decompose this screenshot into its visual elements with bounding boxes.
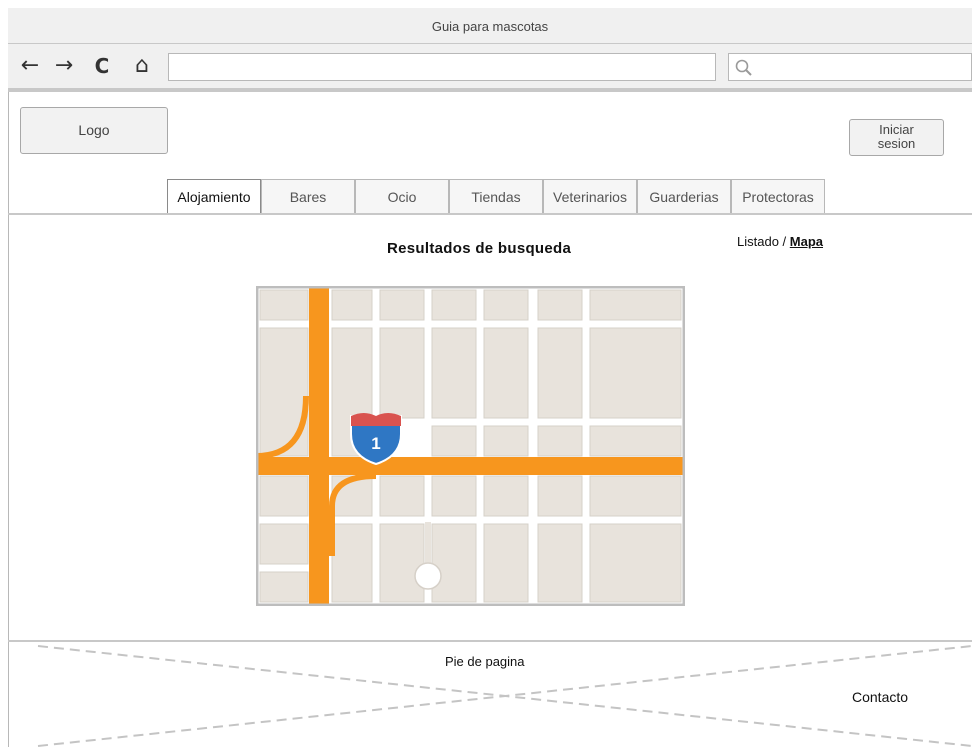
logo-label: Logo bbox=[78, 122, 110, 138]
category-tabs: Alojamiento Bares Ocio Tiendas Veterinar… bbox=[167, 179, 825, 213]
map-image: 1 bbox=[255, 285, 686, 607]
tab-veterinarios[interactable]: Veterinarios bbox=[543, 179, 637, 213]
results-title: Resultados de busqueda bbox=[387, 240, 572, 257]
search-icon bbox=[735, 59, 752, 76]
contact-link[interactable]: Contacto bbox=[852, 689, 908, 705]
tab-protectoras[interactable]: Protectoras bbox=[731, 179, 825, 213]
map-view-link[interactable]: Mapa bbox=[790, 234, 823, 249]
browser-search-input[interactable] bbox=[728, 53, 972, 81]
tab-guarderias[interactable]: Guarderias bbox=[637, 179, 731, 213]
view-toggle: Listado / Mapa bbox=[737, 234, 823, 249]
tab-alojamiento[interactable]: Alojamiento bbox=[167, 179, 261, 213]
browser-toolbar: ← → C ⌂ bbox=[8, 44, 972, 92]
tab-tiendas[interactable]: Tiendas bbox=[449, 179, 543, 213]
login-label-line2: sesion bbox=[877, 136, 916, 151]
back-arrow-icon[interactable]: ← bbox=[18, 52, 42, 80]
tab-bares[interactable]: Bares bbox=[261, 179, 355, 213]
login-button[interactable]: Iniciar sesion bbox=[849, 119, 944, 156]
home-icon[interactable]: ⌂ bbox=[130, 52, 154, 80]
map-marker[interactable] bbox=[414, 562, 442, 590]
title-bar: Guia para mascotas bbox=[8, 8, 972, 44]
shield-number: 1 bbox=[371, 434, 380, 453]
footer-title: Pie de pagina bbox=[445, 654, 525, 669]
reload-icon[interactable]: C bbox=[90, 52, 114, 80]
forward-arrow-icon[interactable]: → bbox=[52, 52, 76, 80]
window-title: Guia para mascotas bbox=[431, 19, 549, 34]
logo[interactable]: Logo bbox=[20, 107, 168, 154]
address-bar[interactable] bbox=[168, 53, 716, 81]
login-label-line1: Iniciar bbox=[879, 122, 914, 137]
tab-ocio[interactable]: Ocio bbox=[355, 179, 449, 213]
header-divider bbox=[8, 213, 972, 215]
list-view-link[interactable]: Listado / bbox=[737, 234, 786, 249]
results-map[interactable]: 1 bbox=[255, 285, 686, 607]
